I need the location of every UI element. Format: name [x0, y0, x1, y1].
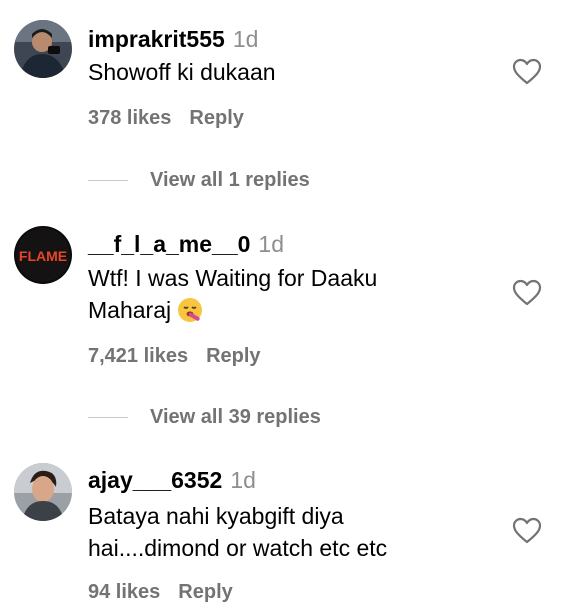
comment-text-line-2: Maharaj	[88, 294, 488, 331]
likes-count[interactable]: 94 likes	[88, 581, 160, 603]
comment-text-line: Showoff ki dukaan	[88, 59, 276, 85]
username[interactable]: __f_l_a_me__0 1d	[88, 231, 284, 258]
comment-meta: 94 likes Reply	[88, 581, 233, 604]
reply-button[interactable]: Reply	[206, 345, 260, 367]
likes-count[interactable]: 378 likes	[88, 107, 171, 129]
username[interactable]: imprakrit555 1d	[88, 26, 258, 53]
face-with-thermometer-emoji	[177, 297, 203, 331]
timestamp: 1d	[230, 467, 256, 493]
replies-divider	[88, 180, 128, 181]
comment-meta: 7,421 likes Reply	[88, 345, 261, 368]
comment-text-line: Bataya nahi kyabgift diya	[88, 503, 344, 529]
username-text[interactable]: __f_l_a_me__0	[88, 231, 250, 257]
avatar-flame-logo: FLAME	[19, 248, 67, 264]
avatar[interactable]: FLAME	[14, 226, 72, 284]
heart-outline-icon[interactable]	[512, 517, 542, 545]
comment-text-line-text: Maharaj	[88, 297, 172, 323]
view-replies-label[interactable]: View all 1 replies	[150, 169, 310, 192]
reply-button[interactable]: Reply	[189, 107, 243, 129]
comment-text: Bataya nahi kyabgift diya hai....dimond …	[88, 500, 488, 564]
comment-text-line: Wtf! I was Waiting for Daaku	[88, 265, 378, 291]
replies-divider	[88, 417, 128, 418]
view-replies-label[interactable]: View all 39 replies	[150, 406, 321, 429]
comment-text: Wtf! I was Waiting for Daaku Maharaj	[88, 262, 488, 331]
timestamp: 1d	[258, 231, 285, 257]
reply-button[interactable]: Reply	[178, 581, 232, 603]
username[interactable]: ajay___6352 1d	[88, 467, 256, 494]
comment-text: Showoff ki dukaan	[88, 56, 488, 88]
likes-count[interactable]: 7,421 likes	[88, 345, 188, 367]
avatar[interactable]	[14, 20, 72, 78]
heart-outline-icon[interactable]	[512, 58, 542, 86]
heart-outline-icon[interactable]	[512, 279, 542, 307]
timestamp: 1d	[232, 26, 259, 52]
comment-meta: 378 likes Reply	[88, 107, 244, 130]
view-replies-button[interactable]: View all 1 replies	[88, 169, 310, 192]
avatar[interactable]	[14, 463, 72, 521]
username-text[interactable]: ajay___6352	[88, 467, 222, 493]
username-text[interactable]: imprakrit555	[88, 26, 225, 52]
comment-text-line-2: hai....dimond or watch etc etc	[88, 535, 388, 561]
view-replies-button[interactable]: View all 39 replies	[88, 406, 321, 429]
